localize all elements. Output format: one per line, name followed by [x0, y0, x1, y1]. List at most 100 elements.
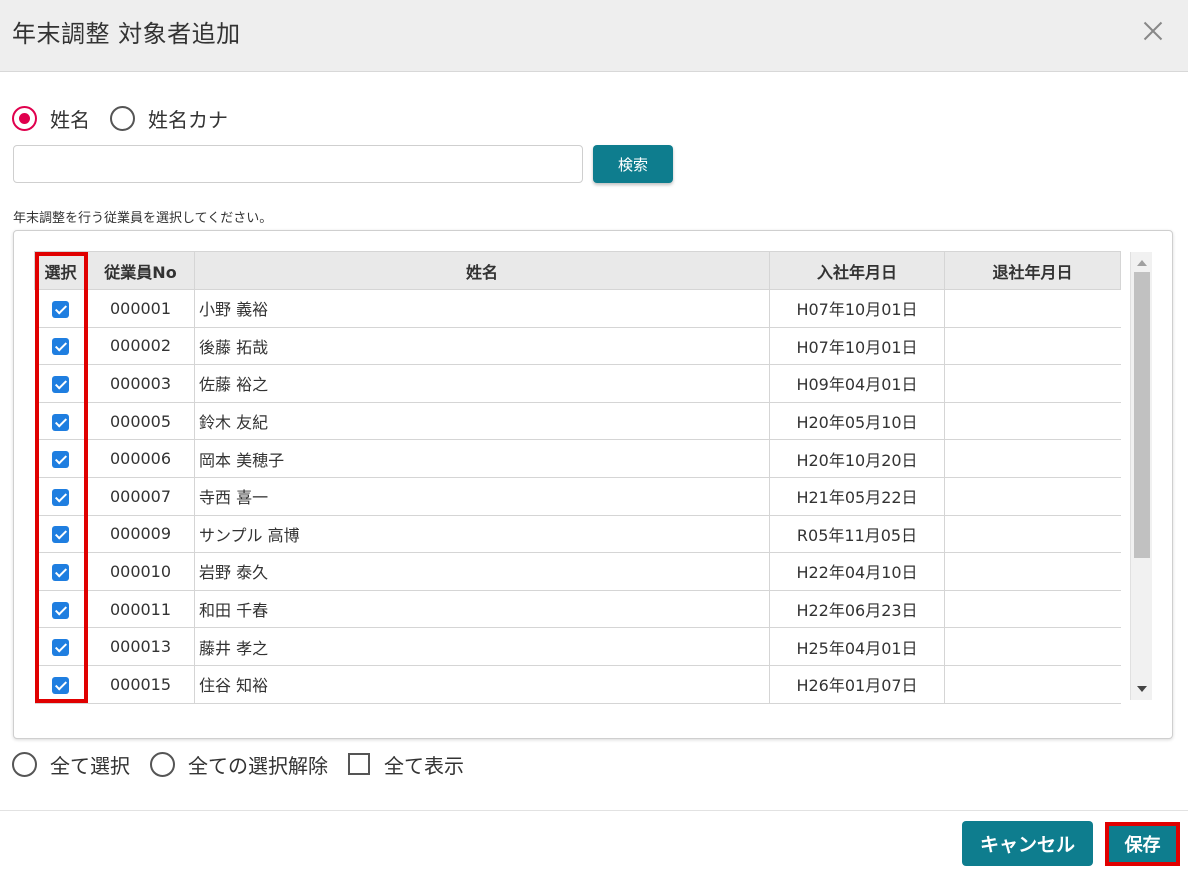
employee-no-cell: 000002 [86, 327, 195, 366]
table-row[interactable]: 000007 寺西 喜一 H21年05月22日 [34, 477, 1121, 516]
employee-name-cell: 藤井 孝之 [194, 627, 770, 666]
employee-no-cell: 000001 [86, 289, 195, 328]
radio-unselected-icon[interactable] [12, 751, 37, 777]
scroll-up-arrow-icon[interactable] [1137, 260, 1147, 266]
radio-selected-icon[interactable] [12, 105, 37, 131]
join-date-cell: H22年04月10日 [769, 552, 945, 591]
show-all-option[interactable]: 全て表示 [348, 750, 464, 779]
table-row[interactable]: 000009 サンプル 高博 R05年11月05日 [34, 515, 1121, 554]
employee-no-cell: 000006 [86, 439, 195, 478]
deselect-all-label: 全ての選択解除 [188, 753, 328, 778]
table-row[interactable]: 000013 藤井 孝之 H25年04月01日 [34, 627, 1121, 666]
table-row[interactable]: 000010 岩野 泰久 H22年04月10日 [34, 552, 1121, 591]
employee-name-cell: 佐藤 裕之 [194, 364, 770, 403]
radio-option-kana[interactable]: 姓名カナ [110, 104, 228, 133]
employee-name-cell: 後藤 拓哉 [194, 327, 770, 366]
leave-date-cell [944, 552, 1121, 591]
checkbox-checked-icon[interactable] [51, 639, 69, 657]
join-date-cell: R05年11月05日 [769, 515, 945, 554]
radio-unselected-icon[interactable] [110, 105, 135, 131]
bulk-select-options: 全て選択 全ての選択解除 全て表示 [12, 750, 484, 778]
employee-name-cell: 小野 義裕 [194, 289, 770, 328]
scrollbar-thumb[interactable] [1134, 272, 1150, 558]
save-button[interactable]: 保存 [1105, 822, 1180, 866]
employee-name-cell: 住谷 知裕 [194, 665, 770, 704]
deselect-all-option[interactable]: 全ての選択解除 [150, 750, 328, 779]
join-date-cell: H07年10月01日 [769, 327, 945, 366]
employee-no-cell: 000011 [86, 590, 195, 629]
leave-date-cell [944, 665, 1121, 704]
checkbox-unchecked-icon[interactable] [348, 753, 370, 775]
table-header-row: 選択 従業員No 姓名 入社年月日 退社年月日 [34, 251, 1121, 290]
employee-no-cell: 000005 [86, 402, 195, 441]
table-row[interactable]: 000011 和田 千春 H22年06月23日 [34, 590, 1121, 629]
employee-name-cell: 和田 千春 [194, 590, 770, 629]
scroll-down-arrow-icon[interactable] [1137, 686, 1147, 692]
radio-label-kana: 姓名カナ [148, 107, 228, 132]
checkbox-checked-icon[interactable] [51, 563, 69, 581]
leave-date-cell [944, 515, 1121, 554]
employee-table: 選択 従業員No 姓名 入社年月日 退社年月日 000001 小野 義裕 H07… [34, 251, 1121, 704]
select-all-label: 全て選択 [50, 753, 130, 778]
radio-label-name: 姓名 [50, 107, 90, 132]
table-row[interactable]: 000006 岡本 美穂子 H20年10月20日 [34, 439, 1121, 478]
table-row[interactable]: 000003 佐藤 裕之 H09年04月01日 [34, 364, 1121, 403]
employee-no-cell: 000003 [86, 364, 195, 403]
table-row[interactable]: 000001 小野 義裕 H07年10月01日 [34, 289, 1121, 328]
cancel-button[interactable]: キャンセル [962, 821, 1093, 866]
checkbox-checked-icon[interactable] [51, 526, 69, 544]
checkbox-checked-icon[interactable] [51, 338, 69, 356]
table-row[interactable]: 000005 鈴木 友紀 H20年05月10日 [34, 402, 1121, 441]
leave-date-cell [944, 364, 1121, 403]
employee-no-cell: 000015 [86, 665, 195, 704]
table-row[interactable]: 000015 住谷 知裕 H26年01月07日 [34, 665, 1121, 704]
search-button[interactable]: 検索 [593, 145, 673, 183]
leave-date-cell [944, 289, 1121, 328]
dialog-title: 年末調整 対象者追加 [12, 20, 241, 48]
footer-divider [0, 810, 1188, 811]
employee-name-cell: 岩野 泰久 [194, 552, 770, 591]
column-header-select[interactable]: 選択 [34, 251, 87, 290]
checkbox-checked-icon[interactable] [51, 601, 69, 619]
leave-date-cell [944, 327, 1121, 366]
show-all-label: 全て表示 [384, 753, 464, 778]
join-date-cell: H07年10月01日 [769, 289, 945, 328]
employee-no-cell: 000013 [86, 627, 195, 666]
checkbox-checked-icon[interactable] [51, 375, 69, 393]
leave-date-cell [944, 402, 1121, 441]
leave-date-cell [944, 439, 1121, 478]
leave-date-cell [944, 477, 1121, 516]
join-date-cell: H26年01月07日 [769, 665, 945, 704]
column-header-leave-date[interactable]: 退社年月日 [944, 251, 1121, 290]
table-scrollbar[interactable] [1130, 252, 1152, 700]
checkbox-checked-icon[interactable] [51, 413, 69, 431]
radio-unselected-icon[interactable] [150, 751, 175, 777]
close-icon[interactable] [1138, 16, 1168, 46]
employee-name-cell: 寺西 喜一 [194, 477, 770, 516]
checkbox-checked-icon[interactable] [51, 488, 69, 506]
employee-name-cell: サンプル 高博 [194, 515, 770, 554]
search-input[interactable] [13, 145, 583, 183]
checkbox-checked-icon[interactable] [51, 300, 69, 318]
checkbox-checked-icon[interactable] [51, 676, 69, 694]
employee-no-cell: 000009 [86, 515, 195, 554]
join-date-cell: H09年04月01日 [769, 364, 945, 403]
column-header-join-date[interactable]: 入社年月日 [769, 251, 945, 290]
radio-option-name[interactable]: 姓名 [12, 104, 90, 133]
employee-name-cell: 岡本 美穂子 [194, 439, 770, 478]
column-header-name[interactable]: 姓名 [194, 251, 770, 290]
dialog-header: 年末調整 対象者追加 [0, 0, 1188, 72]
checkbox-checked-icon[interactable] [51, 451, 69, 469]
join-date-cell: H20年10月20日 [769, 439, 945, 478]
column-header-employee-no[interactable]: 従業員No [86, 251, 195, 290]
join-date-cell: H22年06月23日 [769, 590, 945, 629]
table-row[interactable]: 000002 後藤 拓哉 H07年10月01日 [34, 327, 1121, 366]
select-all-option[interactable]: 全て選択 [12, 750, 130, 779]
join-date-cell: H25年04月01日 [769, 627, 945, 666]
join-date-cell: H21年05月22日 [769, 477, 945, 516]
leave-date-cell [944, 627, 1121, 666]
employee-no-cell: 000007 [86, 477, 195, 516]
leave-date-cell [944, 590, 1121, 629]
employee-no-cell: 000010 [86, 552, 195, 591]
search-mode-group: 姓名 姓名カナ [12, 104, 248, 132]
